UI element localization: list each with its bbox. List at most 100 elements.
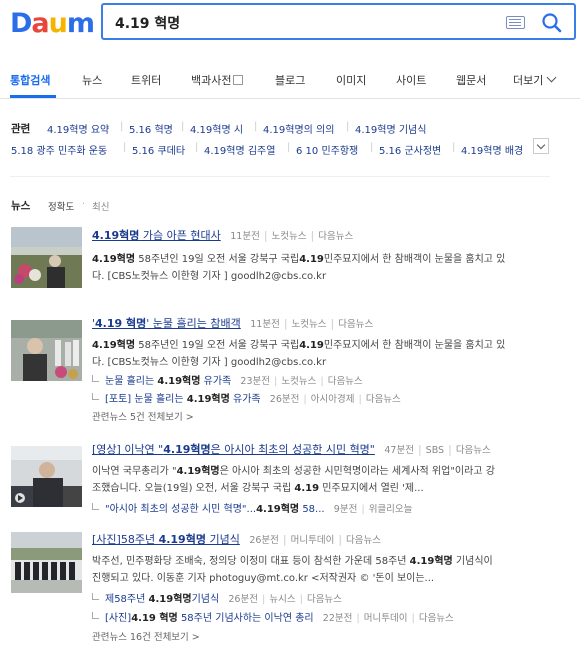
daum-news-link[interactable]: 다음뉴스 bbox=[307, 594, 342, 605]
separator: | bbox=[346, 121, 350, 132]
sub-arrow-icon bbox=[92, 612, 99, 619]
tab-all[interactable]: 통합검색 bbox=[10, 72, 50, 88]
separator: | bbox=[310, 229, 315, 242]
separator: | bbox=[287, 142, 291, 153]
related-item[interactable]: 6 10 민주항쟁 bbox=[296, 142, 358, 157]
sub-news-item: [사진]4.19 혁명 58주년 기념사하는 이낙연 총리 22분전 | 머니투데이… bbox=[92, 609, 454, 624]
tab-encyclopedia[interactable]: 백과사전 bbox=[191, 72, 244, 88]
separator: | bbox=[330, 317, 335, 330]
separator: | bbox=[299, 594, 303, 605]
tab-image[interactable]: 이미지 bbox=[336, 72, 366, 88]
chevron-down-icon bbox=[546, 72, 557, 83]
header: Daum bbox=[0, 0, 580, 56]
news-video-thumbnail[interactable] bbox=[11, 446, 82, 507]
daum-news-link[interactable]: 다음뉴스 bbox=[419, 613, 454, 624]
sub-news-title[interactable]: [사진]4.19 혁명 58주년 기념사하는 이낙연 총리 bbox=[105, 613, 314, 624]
related-item[interactable]: 5.16 쿠데타 bbox=[132, 142, 185, 157]
separator: | bbox=[282, 533, 287, 546]
related-item[interactable]: 5.18 광주 민주화 운동 bbox=[11, 142, 107, 157]
sub-news-title[interactable]: 눈물 흘리는 4.19혁명 유가족 bbox=[105, 376, 231, 387]
news-title[interactable]: [영상] 이낙연 "4.19혁명은 아시아 최초의 성공한 시민 혁명" bbox=[92, 443, 375, 456]
divider bbox=[10, 176, 550, 177]
separator: | bbox=[338, 533, 343, 546]
active-tab-indicator bbox=[10, 95, 56, 98]
related-item[interactable]: 4.19혁명 시 bbox=[190, 121, 243, 136]
sub-news-title[interactable]: [포토] 눈물 흘리는 4.19혁명 유가족 bbox=[105, 394, 261, 405]
daum-news-link[interactable]: 다음뉴스 bbox=[338, 319, 373, 330]
separator: | bbox=[195, 142, 199, 153]
daum-news-link[interactable]: 다음뉴스 bbox=[328, 376, 363, 387]
sub-news-title[interactable]: "아시아 최초의 성공한 시민 혁명"...4.19혁명 58... bbox=[105, 504, 325, 515]
tab-site[interactable]: 사이트 bbox=[396, 72, 426, 88]
logo-letter-m: m bbox=[66, 8, 95, 39]
news-source[interactable]: SBS bbox=[426, 445, 444, 456]
separator: | bbox=[448, 443, 452, 456]
news-title[interactable]: '4.19 혁명' 눈물 흘리는 참배객 bbox=[92, 317, 241, 330]
news-source[interactable]: 위클리오늘 bbox=[369, 504, 413, 515]
related-row-1: 4.19혁명 요약 | 5.16 혁명 | 4.19혁명 시 | 4.19혁명의… bbox=[0, 121, 560, 139]
news-time: 11분전 bbox=[230, 231, 260, 242]
tab-more[interactable]: 더보기 bbox=[513, 72, 557, 88]
sub-news-item: [포토] 눈물 흘리는 4.19혁명 유가족 26분전 | 아시아경제 | 다음뉴스 bbox=[92, 390, 401, 405]
daum-news-link[interactable]: 다음뉴스 bbox=[456, 445, 491, 456]
related-news-link[interactable]: 관련뉴스 5건 전체보기 > bbox=[92, 409, 194, 423]
related-item[interactable]: 4.19혁명 김주열 bbox=[204, 142, 275, 157]
separator: | bbox=[181, 121, 185, 132]
tab-blog[interactable]: 블로그 bbox=[275, 72, 305, 88]
news-source[interactable]: 아시아경제 bbox=[311, 394, 355, 405]
search-input[interactable] bbox=[115, 13, 475, 33]
sub-arrow-icon bbox=[92, 375, 99, 382]
news-source[interactable]: 노컷뉴스 bbox=[272, 231, 307, 242]
search-icon[interactable] bbox=[539, 10, 565, 36]
news-source[interactable]: 노컷뉴스 bbox=[281, 376, 316, 387]
news-source[interactable]: 노컷뉴스 bbox=[292, 319, 327, 330]
daum-news-link[interactable]: 다음뉴스 bbox=[318, 231, 353, 242]
news-thumbnail[interactable] bbox=[11, 227, 82, 288]
sort-dot: · bbox=[82, 199, 86, 210]
news-time: 26분전 bbox=[249, 535, 279, 546]
keyboard-icon[interactable] bbox=[506, 16, 525, 29]
separator: | bbox=[120, 121, 124, 132]
separator: | bbox=[273, 376, 278, 387]
sub-news-item: 눈물 흘리는 4.19혁명 유가족 23분전 | 노컷뉴스 | 다음뉴스 bbox=[92, 372, 363, 387]
news-snippet-line: 이낙연 국무총리가 "4.19혁명은 아시아 최초의 성공한 시민혁명이라는 세… bbox=[92, 466, 495, 477]
related-item[interactable]: 4.19혁명 요약 bbox=[47, 121, 109, 136]
related-item[interactable]: 5.16 혁명 bbox=[129, 121, 173, 136]
daum-news-link[interactable]: 다음뉴스 bbox=[346, 535, 381, 546]
separator: | bbox=[303, 394, 307, 405]
news-time: 9분전 bbox=[333, 504, 358, 515]
news-time: 23분전 bbox=[240, 376, 270, 387]
related-item[interactable]: 4.19혁명의 의의 bbox=[263, 121, 334, 136]
news-source[interactable]: 머니투데이 bbox=[364, 613, 408, 624]
tab-more-label: 더보기 bbox=[513, 74, 544, 87]
related-item[interactable]: 5.16 군사정변 bbox=[379, 142, 441, 157]
related-item[interactable]: 4.19혁명 기념식 bbox=[355, 121, 426, 136]
sort-accuracy[interactable]: 정확도 bbox=[48, 199, 74, 213]
news-source[interactable]: 뉴시스 bbox=[269, 594, 295, 605]
news-time: 11분전 bbox=[250, 319, 280, 330]
expand-related-button[interactable] bbox=[533, 138, 549, 154]
news-source[interactable]: 머니투데이 bbox=[291, 535, 335, 546]
daum-news-link[interactable]: 다음뉴스 bbox=[366, 394, 401, 405]
news-snippet-line: 다. [CBS노컷뉴스 이한형 기자 ] goodlh2@cbs.co.kr bbox=[92, 357, 327, 368]
search-tabs: 통합검색 뉴스 트위터 백과사전 블로그 이미지 사이트 웹문서 더보기 bbox=[0, 62, 580, 99]
sub-arrow-icon bbox=[92, 393, 99, 400]
tab-web[interactable]: 웹문서 bbox=[456, 72, 486, 88]
tab-twitter[interactable]: 트위터 bbox=[131, 72, 161, 88]
news-time: 26분전 bbox=[228, 594, 258, 605]
sort-recent[interactable]: 최신 bbox=[92, 199, 109, 213]
logo-letter-d: D bbox=[10, 8, 32, 39]
sub-arrow-icon bbox=[92, 503, 99, 510]
sub-news-title[interactable]: 제58주년 4.19혁명기념식 bbox=[105, 594, 219, 605]
news-thumbnail[interactable] bbox=[11, 320, 82, 381]
separator: | bbox=[320, 376, 324, 387]
related-news-link[interactable]: 관련뉴스 16건 전체보기 > bbox=[92, 629, 200, 643]
tab-news[interactable]: 뉴스 bbox=[82, 72, 102, 88]
news-thumbnail[interactable] bbox=[11, 532, 82, 593]
news-title[interactable]: [사진]58주년 4.19혁명 기념식 bbox=[92, 533, 240, 546]
daum-logo[interactable]: Daum bbox=[10, 8, 95, 39]
sub-news-item: 제58주년 4.19혁명기념식 26분전 | 뉴시스 | 다음뉴스 bbox=[92, 590, 342, 605]
related-item[interactable]: 4.19혁명 배경 bbox=[461, 142, 527, 157]
news-title[interactable]: 4.19혁명 가슴 아픈 현대사 bbox=[92, 229, 221, 242]
separator: | bbox=[261, 594, 266, 605]
